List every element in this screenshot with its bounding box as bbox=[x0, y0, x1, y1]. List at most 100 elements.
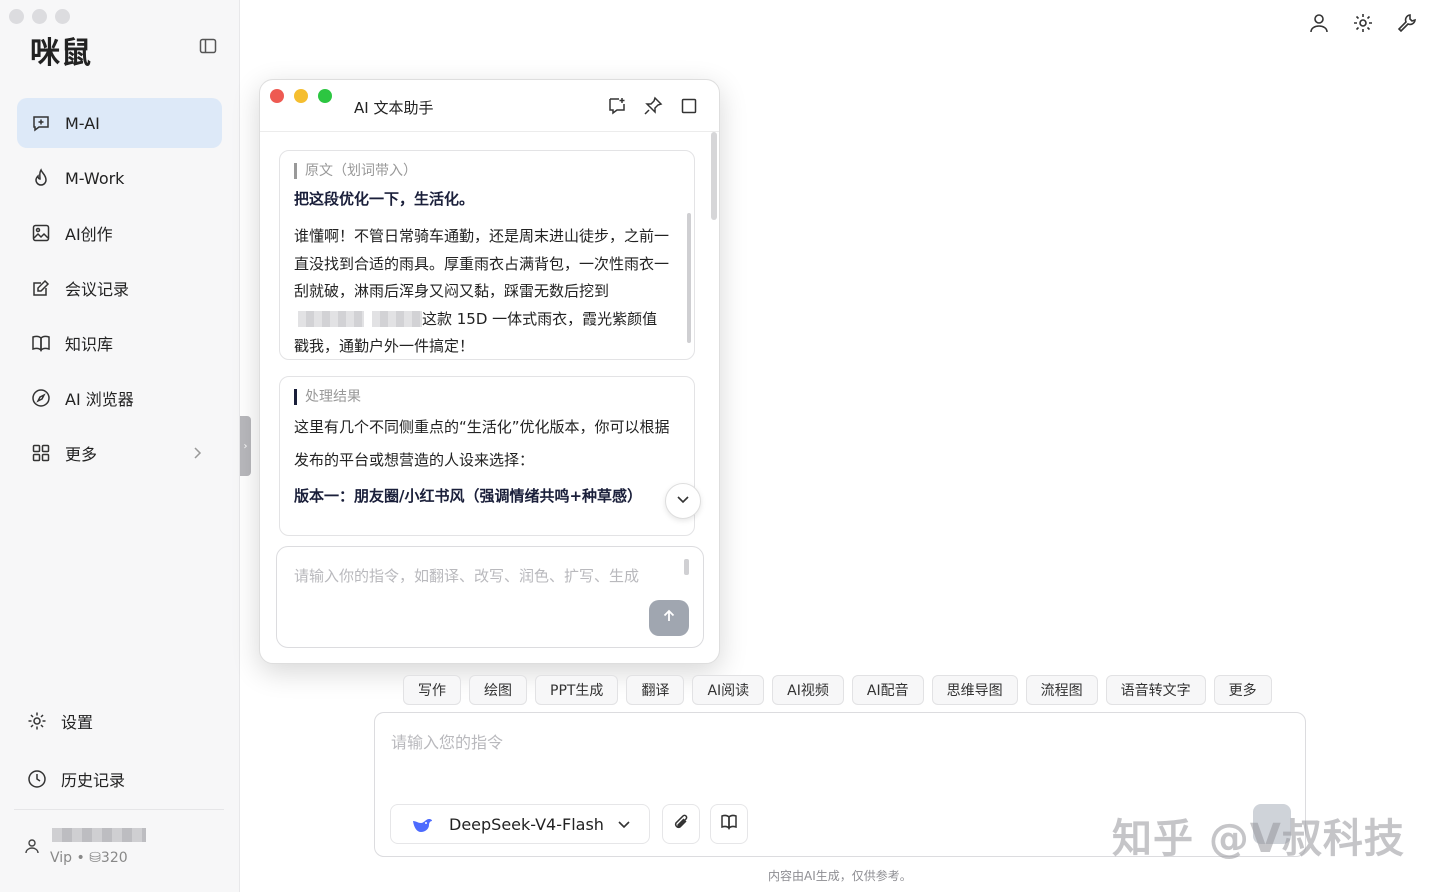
minimize-window-button[interactable] bbox=[32, 9, 47, 24]
sidebar-item-label: 历史记录 bbox=[61, 771, 126, 790]
tool-button[interactable]: PPT生成 bbox=[535, 675, 619, 705]
sidebar-item-label: 知识库 bbox=[65, 335, 114, 354]
window-controls bbox=[9, 9, 70, 24]
sidebar-item-label: 设置 bbox=[61, 713, 94, 732]
bottom-nav: 设置 历史记录 bbox=[17, 696, 222, 812]
original-text-card: 原文（划词带入） 把这段优化一下，生活化。 谁懂啊！不管日常骑车通勤，还是周末进… bbox=[279, 150, 695, 360]
card-label: 处理结果 bbox=[294, 389, 361, 405]
sidebar-item-label: 会议记录 bbox=[65, 280, 130, 299]
edit-icon bbox=[31, 278, 51, 298]
chevron-right-icon bbox=[188, 444, 206, 462]
card-scrollbar[interactable] bbox=[687, 213, 691, 343]
sidebar-item-more[interactable]: 更多 bbox=[17, 428, 222, 478]
popup-send-button[interactable] bbox=[649, 600, 689, 636]
tool-button[interactable]: 思维导图 bbox=[931, 675, 1018, 705]
sidebar-item-label: AI 浏览器 bbox=[65, 390, 134, 409]
sidebar-toggle-icon[interactable] bbox=[198, 36, 218, 56]
divider bbox=[14, 809, 224, 810]
sidebar-item-m-ai[interactable]: M-AI bbox=[17, 98, 222, 148]
version-title: 版本一：朋友圈/小红书风（强调情绪共鸣+种草感） bbox=[294, 487, 643, 505]
redacted-text bbox=[298, 311, 364, 327]
popup-actions bbox=[607, 96, 699, 116]
composer-placeholder: 请输入您的指令 bbox=[391, 733, 504, 752]
popup-header: AI 文本助手 bbox=[260, 80, 719, 132]
popup-window-controls bbox=[270, 89, 332, 103]
sidebar-item-meeting[interactable]: 会议记录 bbox=[17, 263, 222, 313]
knowledge-base-button[interactable] bbox=[710, 804, 748, 844]
ai-text-assistant-window: AI 文本助手 原文（划词带入） 把这段优化一下，生活化。 谁懂啊！不管日常骑车… bbox=[259, 79, 720, 664]
tool-button[interactable]: AI阅读 bbox=[692, 675, 765, 705]
app-logo: 咪鼠 bbox=[30, 36, 92, 71]
deepseek-logo-icon bbox=[411, 813, 433, 835]
top-toolbar bbox=[1308, 12, 1418, 34]
ai-disclaimer: 内容由AI生成，仅供参考。 bbox=[768, 869, 912, 883]
popup-instruction-input[interactable]: 请输入你的指令，如翻译、改写、润色、扩写、生成 bbox=[276, 546, 704, 648]
maximize-window-button[interactable] bbox=[55, 9, 70, 24]
original-text: 谁懂啊！不管日常骑车通勤，还是周末进山徒步，之前一直没找到合适的雨具。厚重雨衣占… bbox=[294, 223, 672, 359]
sidebar-item-m-work[interactable]: M-Work bbox=[17, 153, 222, 203]
model-name: DeepSeek-V4-Flash bbox=[449, 814, 604, 834]
watermark: 知乎 @V叔科技 bbox=[1112, 816, 1405, 862]
input-placeholder: 请输入你的指令，如翻译、改写、润色、扩写、生成 bbox=[294, 567, 640, 585]
wrench-icon[interactable] bbox=[1396, 12, 1418, 34]
sidebar-item-label: 更多 bbox=[65, 445, 98, 464]
user-icon bbox=[24, 838, 40, 854]
tool-button[interactable]: AI配音 bbox=[851, 675, 924, 705]
main-nav: M-AI M-Work AI创作 会议记录 知识库 AI 浏览器 更多 bbox=[17, 98, 222, 483]
tool-button[interactable]: 写作 bbox=[403, 675, 461, 705]
tool-button[interactable]: 绘图 bbox=[469, 675, 527, 705]
grid-icon bbox=[31, 443, 51, 463]
close-window-button[interactable] bbox=[9, 9, 24, 24]
expand-icon[interactable] bbox=[679, 96, 699, 116]
sidebar: 咪鼠 M-AI M-Work AI创作 会议记录 知识库 AI 浏览器 更多 设… bbox=[0, 0, 240, 892]
sidebar-item-ai-create[interactable]: AI创作 bbox=[17, 208, 222, 258]
original-text-part: 谁懂啊！不管日常骑车通勤，还是周末进山徒步，之前一直没找到合适的雨具。厚重雨衣占… bbox=[294, 227, 670, 300]
popup-title: AI 文本助手 bbox=[354, 99, 434, 117]
input-scrollbar bbox=[684, 559, 689, 575]
sidebar-item-browser[interactable]: AI 浏览器 bbox=[17, 373, 222, 423]
sidebar-item-settings[interactable]: 设置 bbox=[17, 696, 222, 746]
sidebar-item-history[interactable]: 历史记录 bbox=[17, 754, 222, 804]
sidebar-item-label: M-AI bbox=[65, 113, 100, 133]
result-card: 处理结果 这里有几个不同侧重点的“生活化”优化版本，你可以根据发布的平台或想营造… bbox=[279, 376, 695, 536]
popup-scrollbar[interactable] bbox=[711, 132, 717, 220]
flame-icon bbox=[31, 168, 51, 188]
book-icon bbox=[720, 813, 738, 835]
book-icon bbox=[31, 333, 51, 353]
compass-icon bbox=[31, 388, 51, 408]
card-label: 原文（划词带入） bbox=[294, 163, 417, 179]
tool-button[interactable]: 翻译 bbox=[626, 675, 685, 705]
tool-button[interactable]: 语音转文字 bbox=[1105, 675, 1206, 705]
chevron-down-icon bbox=[616, 816, 632, 832]
paperclip-icon bbox=[672, 813, 690, 835]
popup-close-button[interactable] bbox=[270, 89, 284, 103]
sidebar-item-label: AI创作 bbox=[65, 225, 113, 244]
sidebar-item-label: M-Work bbox=[65, 168, 125, 188]
user-name-redacted bbox=[52, 828, 146, 842]
scroll-down-button[interactable] bbox=[665, 483, 701, 519]
result-text: 这里有几个不同侧重点的“生活化”优化版本，你可以根据发布的平台或想营造的人设来选… bbox=[294, 418, 670, 469]
user-tier-credits: Vip • ⛁320 bbox=[50, 850, 128, 866]
chat-plus-icon bbox=[31, 113, 51, 133]
popup-maximize-button[interactable] bbox=[318, 89, 332, 103]
tool-button[interactable]: 更多 bbox=[1213, 675, 1272, 705]
tool-button[interactable]: AI视频 bbox=[772, 675, 844, 705]
model-selector[interactable]: DeepSeek-V4-Flash bbox=[390, 804, 650, 844]
gear-icon[interactable] bbox=[1352, 12, 1374, 34]
arrow-up-icon bbox=[661, 608, 677, 628]
tool-shortcuts: 写作 绘图 PPT生成 翻译 AI阅读 AI视频 AI配音 思维导图 流程图 语… bbox=[403, 675, 1272, 705]
tool-button[interactable]: 流程图 bbox=[1025, 675, 1098, 705]
instruction-text: 把这段优化一下，生活化。 bbox=[294, 190, 475, 208]
image-icon bbox=[31, 223, 51, 243]
sidebar-item-knowledge[interactable]: 知识库 bbox=[17, 318, 222, 368]
user-icon[interactable] bbox=[1308, 12, 1330, 34]
redacted-text bbox=[372, 311, 422, 327]
sidebar-resize-handle[interactable]: › bbox=[240, 416, 251, 476]
clock-icon bbox=[27, 769, 47, 789]
gear-icon bbox=[27, 711, 47, 731]
attach-button[interactable] bbox=[662, 804, 700, 844]
chevron-down-icon bbox=[675, 491, 691, 511]
new-chat-icon[interactable] bbox=[607, 96, 627, 116]
pin-icon[interactable] bbox=[643, 96, 663, 116]
popup-minimize-button[interactable] bbox=[294, 89, 308, 103]
